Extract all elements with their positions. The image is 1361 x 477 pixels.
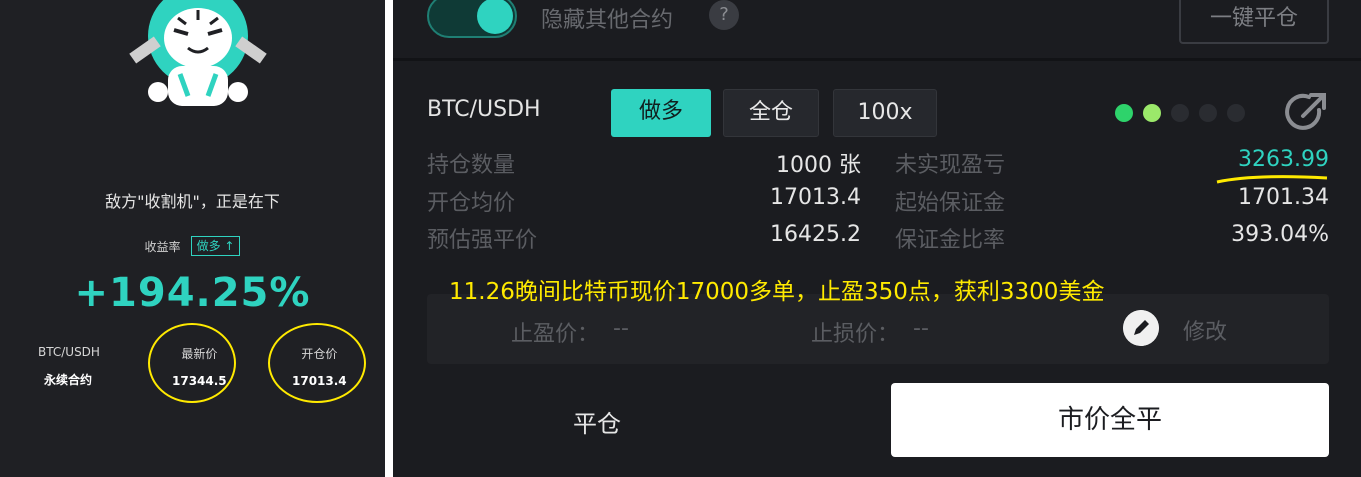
risk-dot	[1171, 104, 1189, 122]
share-card: 敌方"收割机"，正是在下 收益率 做多 ↑ +194.25% BTC/USDH …	[0, 0, 385, 477]
stop-loss-label: 止损价：	[811, 322, 900, 347]
position-pair: BTC/USDH	[427, 97, 541, 122]
highlight-circle	[268, 323, 366, 403]
risk-dot	[1227, 104, 1245, 122]
stop-loss-value: --	[913, 316, 929, 341]
separator	[393, 58, 1361, 61]
edit-icon[interactable]	[1123, 310, 1159, 346]
liq-price-label: 预估强平价	[427, 228, 538, 253]
entry-price-label: 开仓均价	[427, 191, 516, 216]
position-panel: 隐藏其他合约 ? 一键平仓 BTC/USDH 做多 全仓 100x 持仓数量 1…	[393, 0, 1361, 477]
close-all-button[interactable]: 一键平仓	[1179, 0, 1329, 44]
initial-margin-label: 起始保证金	[895, 191, 1006, 216]
margin-ratio-value: 393.04%	[1231, 222, 1329, 247]
size-value: 1000 张	[776, 153, 861, 178]
tiger-mascot-icon	[129, 0, 267, 106]
direction-badge: 做多 ↑	[190, 236, 241, 256]
share-icon[interactable]	[1283, 90, 1329, 136]
leverage-chip[interactable]: 100x	[833, 89, 937, 137]
take-profit-value: --	[613, 316, 629, 341]
image-divider	[385, 0, 393, 477]
highlight-circle	[148, 323, 236, 403]
liq-price-value: 16425.2	[770, 222, 861, 247]
yield-label: 收益率	[144, 239, 181, 254]
yield-row: 收益率 做多 ↑	[0, 236, 385, 256]
hide-others-toggle[interactable]	[427, 0, 517, 38]
take-profit-label: 止盈价：	[511, 322, 600, 347]
share-slogan: 敌方"收割机"，正是在下	[105, 192, 280, 211]
symbol-info: BTC/USDH 永续合约	[38, 345, 100, 388]
risk-dot	[1143, 104, 1161, 122]
unrealized-pnl-label: 未实现盈亏	[895, 153, 1006, 178]
help-icon[interactable]: ?	[709, 0, 739, 30]
unrealized-pnl-value: 3263.99	[1238, 147, 1329, 172]
initial-margin-value: 1701.34	[1238, 185, 1329, 210]
market-close-all-button[interactable]: 市价全平	[891, 383, 1329, 457]
toggle-knob	[477, 0, 513, 34]
risk-dot	[1115, 104, 1133, 122]
annotation-text: 11.26晚间比特币现价17000多单，止盈350点，获利3300美金	[449, 279, 1105, 305]
margin-mode-chip[interactable]: 全仓	[723, 89, 819, 137]
direction-chip: 做多	[611, 89, 711, 137]
yield-value: +194.25%	[74, 270, 311, 316]
size-label: 持仓数量	[427, 153, 516, 178]
close-position-button[interactable]: 平仓	[573, 404, 621, 439]
edit-tpsl-button[interactable]: 修改	[1183, 314, 1227, 346]
margin-ratio-label: 保证金比率	[895, 228, 1006, 253]
risk-dot	[1199, 104, 1217, 122]
hide-others-label: 隐藏其他合约	[541, 8, 674, 33]
symbol-label: BTC/USDH	[38, 345, 100, 359]
entry-price-value: 17013.4	[770, 185, 861, 210]
contract-type: 永续合约	[44, 373, 93, 387]
